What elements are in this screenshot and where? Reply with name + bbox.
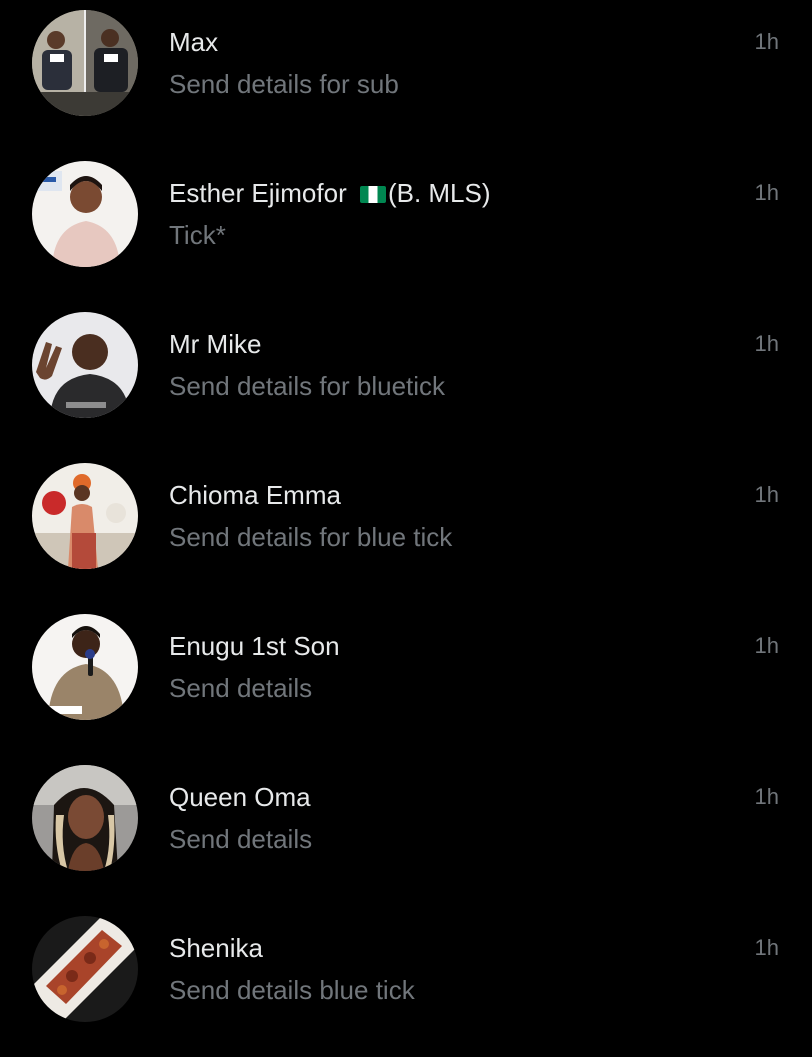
conversation-item[interactable]: Shenika Send details blue tick 1h bbox=[0, 906, 812, 1057]
conversation-preview: Send details bbox=[169, 824, 313, 854]
food-plate-avatar[interactable] bbox=[32, 916, 138, 1022]
conversation-timestamp: 1h bbox=[754, 935, 779, 960]
conversation-item[interactable]: Mr Mike Send details for bluetick 1h bbox=[0, 302, 812, 453]
nigeria-flag-icon bbox=[359, 186, 386, 203]
conversation-timestamp: 1h bbox=[754, 784, 779, 809]
woman-traditional-attire-avatar[interactable] bbox=[32, 463, 138, 569]
conversation-preview: Send details for bluetick bbox=[169, 371, 446, 401]
conversation-item[interactable]: Chioma Emma Send details for blue tick 1… bbox=[0, 453, 812, 604]
conversation-name: Chioma Emma bbox=[169, 480, 341, 510]
woman-selfie-avatar[interactable] bbox=[32, 765, 138, 871]
conversation-name: Mr Mike bbox=[169, 329, 262, 359]
conversation-timestamp: 1h bbox=[754, 29, 779, 54]
conversation-preview: Send details bbox=[169, 673, 313, 703]
conversation-list: Max Send details for sub 1h Esther Ejimo… bbox=[0, 0, 812, 1024]
conversation-name: Max bbox=[169, 27, 219, 57]
woman-portrait-avatar[interactable] bbox=[32, 161, 138, 267]
conversation-name: Esther Ejimofor (B. MLS) bbox=[169, 178, 491, 208]
conversation-item[interactable]: Enugu 1st Son Send details 1h bbox=[0, 604, 812, 755]
conversation-timestamp: 1h bbox=[754, 633, 779, 658]
conversation-timestamp: 1h bbox=[754, 482, 779, 507]
conversation-preview: Tick* bbox=[169, 220, 226, 250]
conversation-preview: Send details for sub bbox=[169, 69, 399, 99]
man-microphone-avatar[interactable] bbox=[32, 614, 138, 720]
conversation-item[interactable]: Queen Oma Send details 1h bbox=[0, 755, 812, 906]
graduation-photo-avatar[interactable] bbox=[32, 10, 138, 116]
conversation-timestamp: 1h bbox=[754, 331, 779, 356]
conversation-preview: Send details for blue tick bbox=[169, 522, 453, 552]
conversation-item[interactable]: Max Send details for sub 1h bbox=[0, 0, 812, 151]
conversation-name: Enugu 1st Son bbox=[169, 631, 340, 661]
man-peace-sign-avatar[interactable] bbox=[32, 312, 138, 418]
conversation-name: Queen Oma bbox=[169, 782, 311, 812]
conversation-timestamp: 1h bbox=[754, 180, 779, 205]
conversation-item[interactable]: Esther Ejimofor (B. MLS) Tick* 1h bbox=[0, 151, 812, 302]
conversation-name: Shenika bbox=[169, 933, 263, 963]
conversation-preview: Send details blue tick bbox=[169, 975, 415, 1005]
